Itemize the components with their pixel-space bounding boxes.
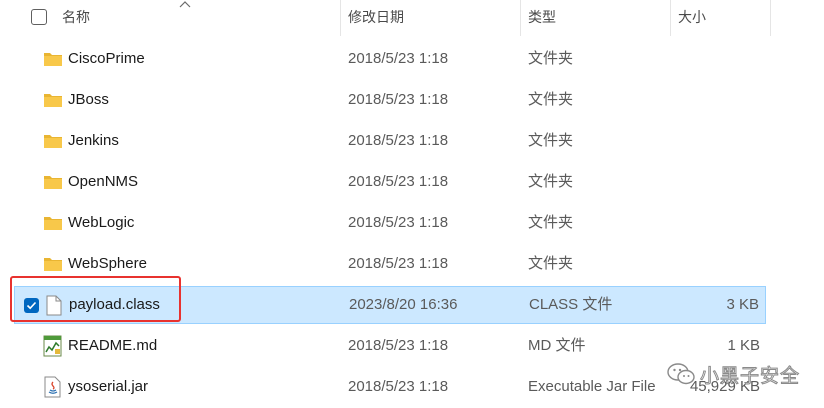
file-type: 文件夹 (528, 214, 574, 231)
column-type[interactable]: 类型 (528, 0, 556, 36)
file-type: Executable Jar File (528, 378, 656, 395)
folder-icon (44, 217, 62, 230)
watermark: 小黑子安全 (666, 356, 800, 392)
file-type: 文件夹 (528, 132, 574, 149)
column-size[interactable]: 大小 (678, 0, 706, 36)
folder-icon (44, 94, 62, 107)
file-type: 文件夹 (528, 91, 574, 108)
wechat-icon (667, 363, 695, 385)
red-highlight-box (10, 276, 181, 322)
file-row[interactable]: README.md 2018/5/23 1:18 MD 文件 1 KB (14, 327, 766, 365)
folder-icon (44, 176, 62, 189)
file-date: 2018/5/23 1:18 (348, 255, 449, 272)
file-row[interactable]: CiscoPrime 2018/5/23 1:18 文件夹 (14, 40, 766, 78)
column-divider[interactable] (520, 0, 521, 36)
folder-icon (44, 53, 62, 66)
file-date: 2018/5/23 1:18 (348, 173, 449, 190)
column-name[interactable]: 名称 (62, 0, 90, 36)
file-date: 2018/5/23 1:18 (348, 337, 449, 354)
file-date: 2018/5/23 1:18 (348, 132, 449, 149)
folder-icon (44, 258, 62, 271)
file-row[interactable]: OpenNMS 2018/5/23 1:18 文件夹 (14, 163, 766, 201)
file-row[interactable]: ysoserial.jar 2018/5/23 1:18 Executable … (14, 368, 766, 406)
file-size: 3 KB (726, 296, 759, 313)
file-type: 文件夹 (528, 173, 574, 190)
file-date: 2018/5/23 1:18 (348, 91, 449, 108)
file-type: CLASS 文件 (529, 296, 613, 313)
file-name: WebLogic (68, 214, 135, 231)
watermark-text: 小黑子安全 (699, 364, 801, 387)
markdown-file-icon (43, 335, 62, 357)
file-date: 2023/8/20 16:36 (349, 296, 458, 313)
file-type: 文件夹 (528, 50, 574, 67)
column-divider[interactable] (340, 0, 341, 36)
sort-ascending-icon (179, 1, 191, 8)
file-name: Jenkins (68, 132, 119, 149)
file-name: ysoserial.jar (68, 378, 149, 395)
file-name: README.md (68, 337, 158, 354)
java-jar-icon (44, 376, 61, 398)
file-date: 2018/5/23 1:18 (348, 50, 449, 67)
file-date: 2018/5/23 1:18 (348, 214, 449, 231)
select-all-checkbox[interactable] (31, 9, 47, 25)
file-type: MD 文件 (528, 337, 586, 354)
file-row[interactable]: JBoss 2018/5/23 1:18 文件夹 (14, 81, 766, 119)
folder-icon (44, 135, 62, 148)
column-divider[interactable] (770, 0, 771, 36)
file-date: 2018/5/23 1:18 (348, 378, 449, 395)
file-name: JBoss (68, 91, 109, 108)
file-row[interactable]: Jenkins 2018/5/23 1:18 文件夹 (14, 122, 766, 160)
column-divider[interactable] (670, 0, 671, 36)
file-name: CiscoPrime (68, 50, 145, 67)
column-header: 名称 修改日期 类型 大小 (0, 0, 824, 36)
file-type: 文件夹 (528, 255, 574, 272)
column-date-modified[interactable]: 修改日期 (348, 0, 404, 36)
file-row[interactable]: WebLogic 2018/5/23 1:18 文件夹 (14, 204, 766, 242)
file-name: OpenNMS (68, 173, 139, 190)
